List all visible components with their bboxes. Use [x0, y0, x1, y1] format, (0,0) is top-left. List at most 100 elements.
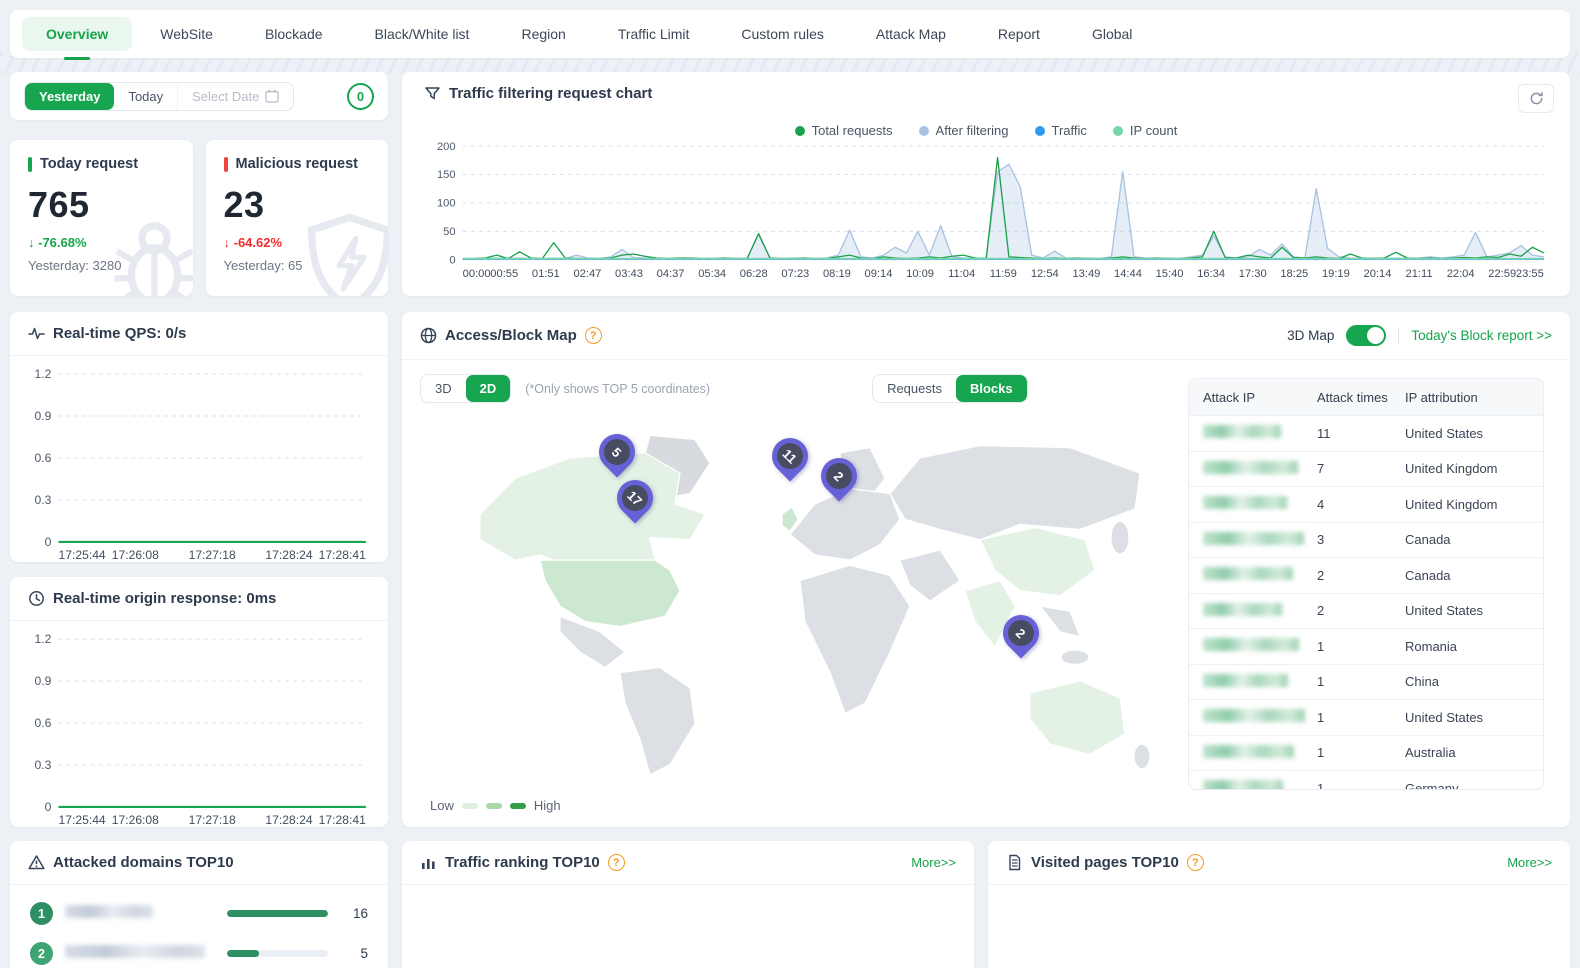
attacked-domains-card: Attacked domains TOP10 11625 — [10, 841, 388, 968]
legend-dot — [919, 126, 929, 136]
svg-text:03:43: 03:43 — [615, 268, 643, 280]
svg-text:22:04: 22:04 — [1447, 268, 1475, 280]
svg-text:00:55: 00:55 — [490, 268, 518, 280]
map-mode-3d[interactable]: 3D — [421, 375, 466, 402]
attack-times-value: 1 — [1317, 639, 1405, 654]
svg-text:17:28:41: 17:28:41 — [319, 548, 366, 562]
today-button[interactable]: Today — [114, 83, 177, 110]
attack-ip-table: Attack IP Attack times IP attribution 11… — [1188, 378, 1544, 790]
toggle-knob — [1367, 327, 1384, 344]
attacked-domains-list: 11625 — [10, 885, 388, 968]
map-filter-requests[interactable]: Requests — [873, 375, 956, 402]
map-title: Access/Block Map — [445, 327, 577, 344]
legend-item-after-filtering[interactable]: After filtering — [919, 123, 1009, 138]
traffic-chart-legend: Total requests After filtering Traffic IP c… — [418, 123, 1554, 138]
attack-times-value: 11 — [1317, 426, 1405, 441]
visited-pages-header: Visited pages TOP10 ? More>> — [988, 841, 1570, 885]
tab-overview[interactable]: Overview — [22, 17, 132, 51]
map-pin[interactable]: 11 — [772, 438, 808, 474]
map-help-icon[interactable]: ? — [585, 327, 602, 344]
svg-text:0: 0 — [45, 800, 52, 814]
map-mode-2d[interactable]: 2D — [466, 375, 511, 402]
block-report-link[interactable]: Today's Block report >> — [1411, 328, 1552, 343]
world-map: 5 17 11 2 2 — [420, 417, 1180, 785]
attacked-domains-title: Attacked domains TOP10 — [53, 854, 234, 871]
ip-attribution-value: Canada — [1405, 568, 1543, 583]
svg-text:19:19: 19:19 — [1322, 268, 1350, 280]
traffic-chart-header: Traffic filtering request chart — [418, 72, 1554, 115]
tab-website[interactable]: WebSite — [136, 17, 237, 51]
pending-count-badge[interactable]: 0 — [347, 83, 374, 110]
attack-ip-row: 1Romania — [1189, 628, 1543, 664]
attack-table-header: Attack IP Attack times IP attribution — [1189, 379, 1543, 415]
map-pin[interactable]: 5 — [599, 434, 635, 470]
tab-attack-map[interactable]: Attack Map — [852, 17, 970, 51]
calendar-icon — [265, 89, 279, 103]
svg-text:22:59: 22:59 — [1488, 268, 1516, 280]
legend-dot — [795, 126, 805, 136]
tab-region[interactable]: Region — [497, 17, 589, 51]
tab-custom-rules[interactable]: Custom rules — [717, 17, 847, 51]
refresh-button[interactable] — [1518, 84, 1554, 113]
rank-badge: 1 — [30, 902, 53, 925]
map-pin[interactable]: 17 — [617, 480, 653, 516]
origin-response-title: Real-time origin response: 0ms — [53, 590, 276, 607]
visited-pages-more-link[interactable]: More>> — [1507, 855, 1552, 870]
tab-global[interactable]: Global — [1068, 17, 1156, 51]
visited-pages-help-icon[interactable]: ? — [1187, 854, 1204, 871]
masked-ip — [1203, 567, 1293, 580]
qps-card: Real-time QPS: 0/s 00.30.60.91.217:25:44… — [10, 312, 388, 562]
map-3d-toggle[interactable] — [1346, 325, 1386, 346]
legend-label: Traffic — [1052, 123, 1087, 138]
tab-black-white-list[interactable]: Black/White list — [351, 17, 494, 51]
yesterday-button[interactable]: Yesterday — [25, 83, 114, 110]
today-request-title: Today request — [28, 156, 175, 172]
map-filter-blocks[interactable]: Blocks — [956, 375, 1027, 402]
traffic-ranking-help-icon[interactable]: ? — [608, 854, 625, 871]
ip-attribution-value: Romania — [1405, 639, 1543, 654]
qps-chart-plot: 00.30.60.91.217:25:4417:26:0817:27:1817:… — [16, 366, 376, 569]
traffic-ranking-more-link[interactable]: More>> — [911, 855, 956, 870]
select-date-input[interactable]: Select Date — [177, 83, 293, 110]
masked-domain — [65, 945, 205, 958]
masked-ip — [1203, 496, 1287, 509]
masked-ip — [1203, 674, 1288, 687]
red-accent-bar — [224, 157, 228, 172]
tab-blockade[interactable]: Blockade — [241, 17, 347, 51]
svg-text:200: 200 — [437, 141, 456, 153]
svg-text:17:28:24: 17:28:24 — [265, 813, 312, 827]
map-3d-toggle-label: 3D Map — [1287, 328, 1334, 343]
legend-dot — [1035, 126, 1045, 136]
traffic-ranking-header: Traffic ranking TOP10 ? More>> — [402, 841, 974, 885]
tab-traffic-limit[interactable]: Traffic Limit — [594, 17, 714, 51]
legend-item-total-requests[interactable]: Total requests — [795, 123, 893, 138]
legend-high-label: High — [534, 798, 561, 813]
legend-low-label: Low — [430, 798, 454, 813]
attack-ip-row: 2United States — [1189, 593, 1543, 629]
svg-text:0: 0 — [45, 535, 52, 549]
map-pin[interactable]: 2 — [821, 458, 857, 494]
svg-text:0.6: 0.6 — [35, 716, 52, 730]
ip-attribution-value: United States — [1405, 603, 1543, 618]
svg-text:0.3: 0.3 — [35, 758, 52, 772]
origin-response-card: Real-time origin response: 0ms 00.30.60.… — [10, 577, 388, 827]
legend-label: IP count — [1130, 123, 1177, 138]
map-header: Access/Block Map ? 3D Map Today's Block … — [402, 312, 1570, 360]
col-attack-ip: Attack IP — [1189, 390, 1317, 405]
ip-attribution-value: United Kingdom — [1405, 497, 1543, 512]
warning-icon — [28, 854, 45, 871]
bug-icon — [102, 209, 193, 296]
legend-item-traffic[interactable]: Traffic — [1035, 123, 1087, 138]
ip-attribution-value: Canada — [1405, 532, 1543, 547]
tab-report[interactable]: Report — [974, 17, 1064, 51]
date-range-segmented: Yesterday Today Select Date — [24, 82, 294, 111]
legend-item-ip-count[interactable]: IP count — [1113, 123, 1177, 138]
green-accent-bar — [28, 157, 32, 172]
svg-text:17:27:18: 17:27:18 — [189, 813, 236, 827]
date-filter-card: Yesterday Today Select Date 0 — [10, 72, 388, 120]
rank-badge: 2 — [30, 942, 53, 965]
map-pin[interactable]: 2 — [1003, 615, 1039, 651]
map-note: (*Only shows TOP 5 coordinates) — [525, 382, 710, 396]
masked-ip — [1203, 638, 1299, 651]
svg-text:0.3: 0.3 — [35, 493, 52, 507]
